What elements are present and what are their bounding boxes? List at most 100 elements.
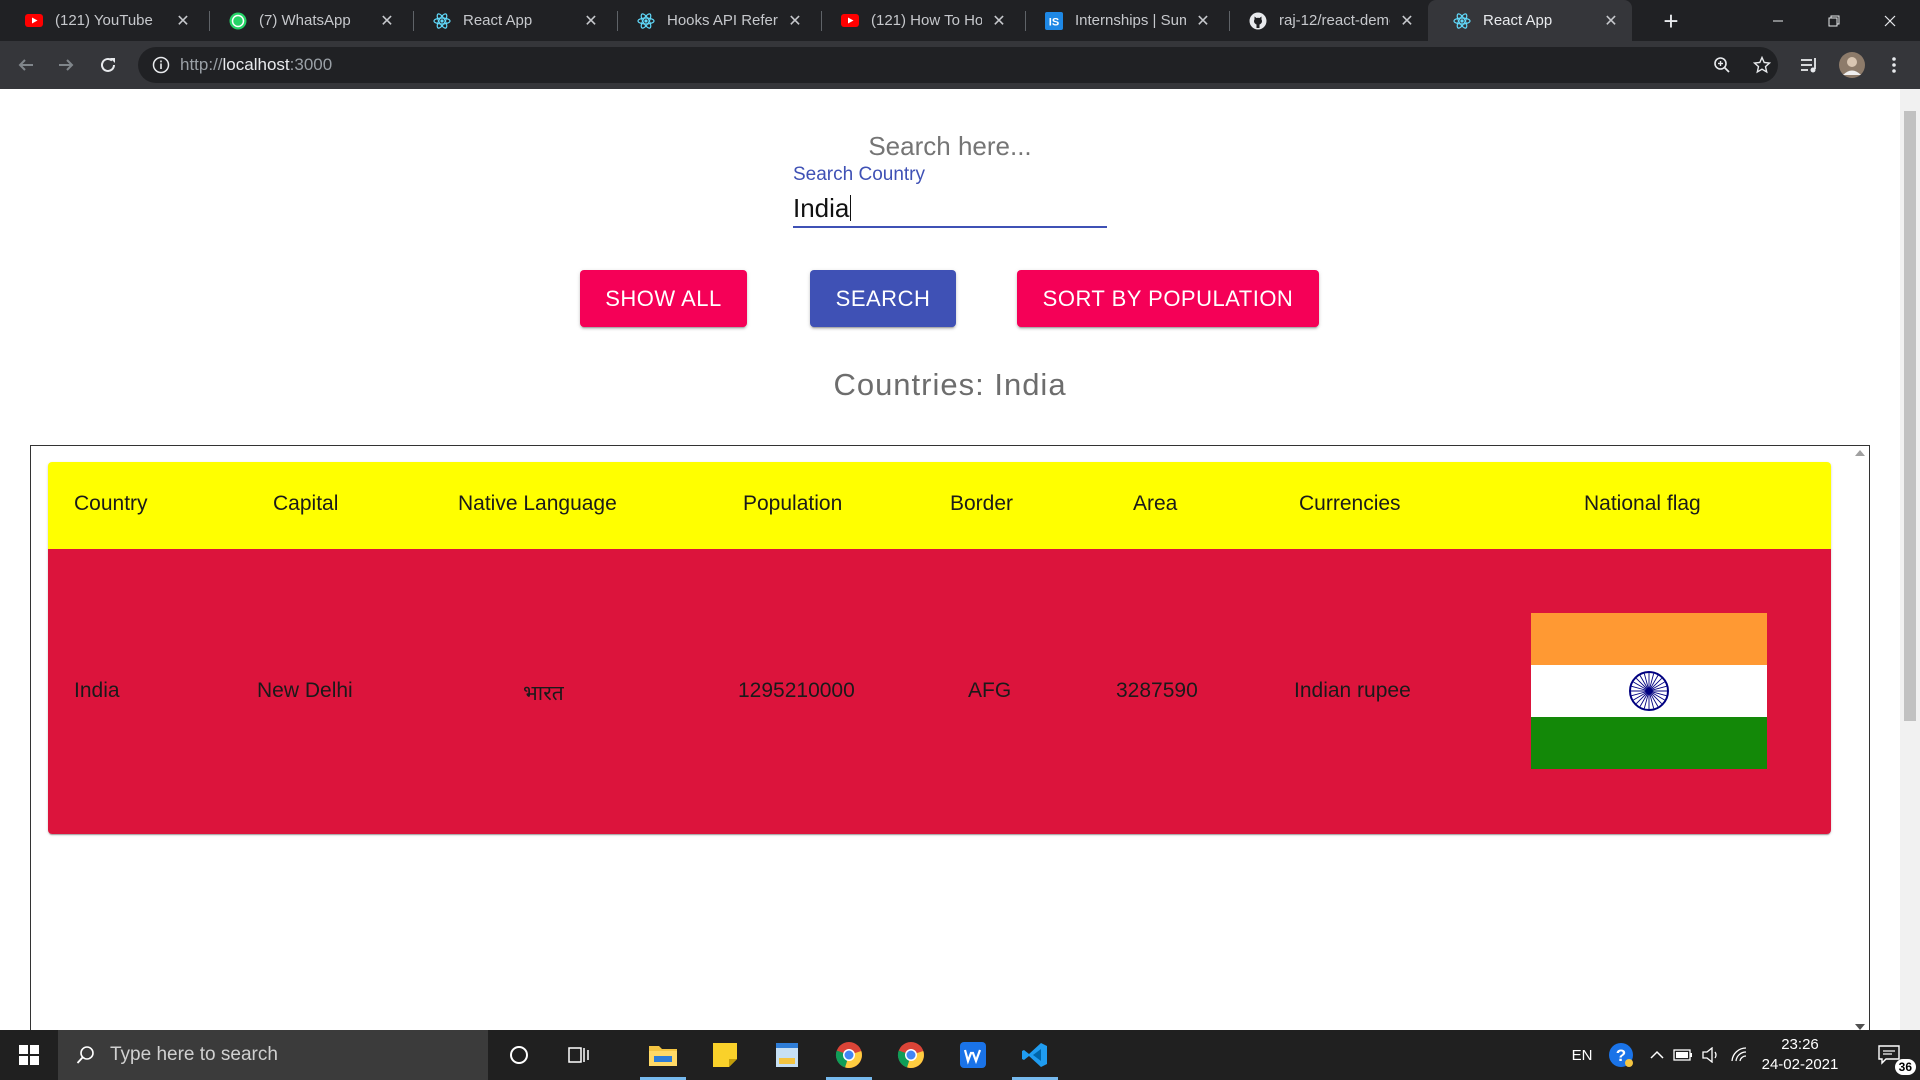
bookmark-button[interactable] <box>1746 49 1778 81</box>
taskbar-chrome[interactable] <box>882 1030 940 1080</box>
close-icon[interactable]: ✕ <box>378 12 396 30</box>
reload-button[interactable] <box>92 49 124 81</box>
cell-capital: New Delhi <box>257 679 353 702</box>
column-header-currencies: Currencies <box>1299 492 1401 515</box>
tab-github[interactable]: raj-12/react-demo ✕ <box>1224 0 1428 41</box>
country-search-value: India <box>793 193 850 223</box>
tab-title: (121) How To Host <box>871 12 982 29</box>
svg-text:?: ? <box>1616 1046 1626 1065</box>
column-header-country: Country <box>74 492 148 515</box>
avatar-icon <box>1839 52 1865 78</box>
zoom-icon <box>1714 57 1730 73</box>
github-icon <box>1249 12 1267 30</box>
address-bar[interactable]: http://localhost:3000 <box>138 47 1778 83</box>
taskbar-chrome-active[interactable] <box>820 1030 878 1080</box>
media-button[interactable] <box>1794 49 1826 81</box>
svg-text:IS: IS <box>1049 16 1059 28</box>
battery-icon <box>1673 1049 1692 1061</box>
taskbar-notepad-app[interactable] <box>758 1030 816 1080</box>
show-hidden-icons-button[interactable] <box>1646 1030 1668 1080</box>
cell-currencies: Indian rupee <box>1294 679 1411 702</box>
tab-youtube-host[interactable]: (121) How To Host ✕ <box>816 0 1020 41</box>
page-scrollbar[interactable] <box>1900 89 1920 1030</box>
taskbar-file-explorer[interactable] <box>634 1030 692 1080</box>
close-icon[interactable]: ✕ <box>174 12 192 30</box>
task-view-button[interactable] <box>550 1030 608 1080</box>
close-icon[interactable]: ✕ <box>582 12 600 30</box>
react-icon <box>1453 12 1471 30</box>
zoom-button[interactable] <box>1706 49 1738 81</box>
window-close-button[interactable] <box>1862 0 1918 41</box>
tab-title: React App <box>463 12 533 29</box>
cell-area: 3287590 <box>1116 679 1198 702</box>
notification-center-button[interactable]: 36 <box>1860 1030 1918 1080</box>
info-icon[interactable] <box>152 56 170 74</box>
taskbar-search-input[interactable] <box>110 1044 450 1066</box>
network-button[interactable] <box>1726 1030 1752 1080</box>
cell-country: India <box>74 679 120 702</box>
tab-whatsapp[interactable]: (7) WhatsApp ✕ <box>204 0 408 41</box>
minimize-button[interactable] <box>1750 0 1806 41</box>
help-button[interactable]: ? <box>1604 1030 1638 1080</box>
country-search-field[interactable]: Search Country India <box>793 164 1107 229</box>
windows-taskbar: EN ? 23:26 24-02-2021 36 <box>0 1030 1920 1080</box>
forward-button[interactable] <box>50 49 82 81</box>
browser-tab-strip: (121) YouTube ✕ (7) WhatsApp ✕ React App… <box>0 0 1920 41</box>
column-header-border: Border <box>950 492 1014 515</box>
table-scrollbar[interactable] <box>1851 446 1869 1034</box>
search-button[interactable]: SEARCH <box>810 270 956 327</box>
star-icon <box>1753 56 1771 74</box>
minimize-icon <box>1773 20 1783 21</box>
volume-button[interactable] <box>1698 1030 1724 1080</box>
battery-indicator[interactable] <box>1670 1030 1696 1080</box>
tab-title: Hooks API Reference <box>667 12 778 29</box>
new-tab-button[interactable]: + <box>1656 6 1686 36</box>
country-search-input[interactable]: India <box>793 193 1107 225</box>
tab-internships[interactable]: IS Internships | Summ ✕ <box>1020 0 1224 41</box>
taskbar-sticky-notes[interactable] <box>696 1030 754 1080</box>
chevron-up-icon <box>1650 1050 1664 1059</box>
cell-native-language: भारत <box>523 682 564 705</box>
column-header-area: Area <box>1133 492 1178 515</box>
tab-react-app-active[interactable]: React App ✕ <box>1428 0 1632 41</box>
tab-title: Internships | Summ <box>1075 12 1186 29</box>
back-arrow-icon <box>18 59 33 71</box>
close-icon[interactable]: ✕ <box>1194 12 1212 30</box>
whatsapp-icon <box>229 12 247 30</box>
notification-count-badge: 36 <box>1894 1059 1916 1075</box>
ashoka-chakra-icon <box>1629 671 1669 711</box>
search-input[interactable] <box>790 126 1110 166</box>
windows-logo-icon <box>19 1045 39 1065</box>
close-icon[interactable]: ✕ <box>1398 12 1416 30</box>
url-prefix: http:// <box>180 55 223 74</box>
scrollbar-thumb[interactable] <box>1904 111 1916 721</box>
sort-by-population-button[interactable]: SORT BY POPULATION <box>1017 270 1319 327</box>
profile-avatar[interactable] <box>1836 49 1868 81</box>
scroll-up-icon[interactable] <box>1855 450 1865 456</box>
cortana-button[interactable] <box>490 1030 548 1080</box>
close-icon[interactable]: ✕ <box>786 12 804 30</box>
tab-hooks-api[interactable]: Hooks API Reference ✕ <box>612 0 816 41</box>
text-caret <box>850 195 852 221</box>
taskbar-search[interactable] <box>58 1030 488 1080</box>
page-content: Search Country India SHOW ALL SEARCH SOR… <box>0 89 1900 1035</box>
india-flag <box>1531 613 1767 769</box>
tab-react-app[interactable]: React App ✕ <box>408 0 612 41</box>
tab-title: (121) YouTube <box>55 12 153 29</box>
show-all-button[interactable]: SHOW ALL <box>580 270 747 327</box>
language-indicator[interactable]: EN <box>1565 1030 1599 1080</box>
taskbar-vscode[interactable] <box>1006 1030 1064 1080</box>
back-button[interactable] <box>10 49 42 81</box>
column-header-native-language: Native Language <box>458 492 617 515</box>
cell-population: 1295210000 <box>738 679 855 702</box>
close-icon[interactable]: ✕ <box>1602 12 1620 30</box>
column-header-national-flag: National flag <box>1584 492 1701 515</box>
chrome-menu-button[interactable] <box>1878 49 1910 81</box>
playlist-icon <box>1801 58 1816 73</box>
start-button[interactable] <box>0 1030 58 1080</box>
restore-button[interactable] <box>1806 0 1862 41</box>
taskbar-wps-writer[interactable] <box>944 1030 1002 1080</box>
close-icon[interactable]: ✕ <box>990 12 1008 30</box>
tab-youtube[interactable]: (121) YouTube ✕ <box>0 0 204 41</box>
taskbar-clock[interactable]: 23:26 24-02-2021 <box>1755 1035 1845 1075</box>
